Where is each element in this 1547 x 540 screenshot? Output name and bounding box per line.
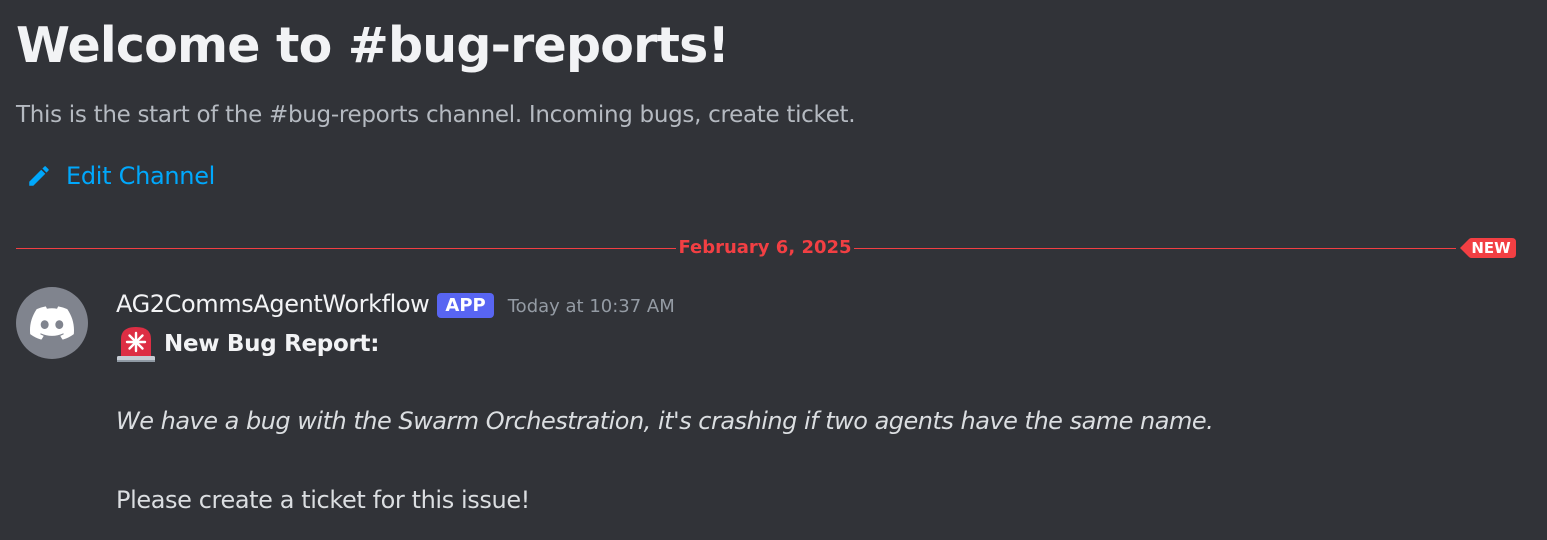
channel-description: This is the start of the #bug-reports ch… <box>16 102 856 128</box>
message-header: AG2CommsAgentWorkflow APP Today at 10:37… <box>116 287 675 321</box>
channel-welcome-title: Welcome to #bug-reports! <box>16 17 730 74</box>
message-author[interactable]: AG2CommsAgentWorkflow <box>116 290 430 318</box>
divider-line-left <box>16 248 676 249</box>
divider-line-right <box>854 248 1456 249</box>
message-timestamp[interactable]: Today at 10:37 AM <box>508 296 675 317</box>
rotating-light-icon <box>117 327 155 362</box>
edit-channel-button[interactable]: Edit Channel <box>26 158 215 194</box>
new-badge-label: NEW <box>1471 239 1511 257</box>
divider-date: February 6, 2025 <box>678 237 852 258</box>
message-body-italic: We have a bug with the Swarm Orchestrati… <box>116 407 1214 435</box>
pencil-icon <box>29 166 49 186</box>
new-messages-divider: February 6, 2025 NEW <box>16 236 1516 260</box>
edit-channel-label: Edit Channel <box>66 162 216 190</box>
app-badge: APP <box>437 292 494 318</box>
message-title-line: New Bug Report: <box>116 325 379 363</box>
new-badge: NEW <box>1460 238 1516 258</box>
avatar[interactable] <box>16 287 88 359</box>
discord-logo-icon <box>30 306 74 340</box>
bug-report-title: New Bug Report: <box>164 331 380 357</box>
chat-panel: Welcome to #bug-reports! This is the sta… <box>0 0 1547 540</box>
message-body-plain: Please create a ticket for this issue! <box>116 486 530 514</box>
